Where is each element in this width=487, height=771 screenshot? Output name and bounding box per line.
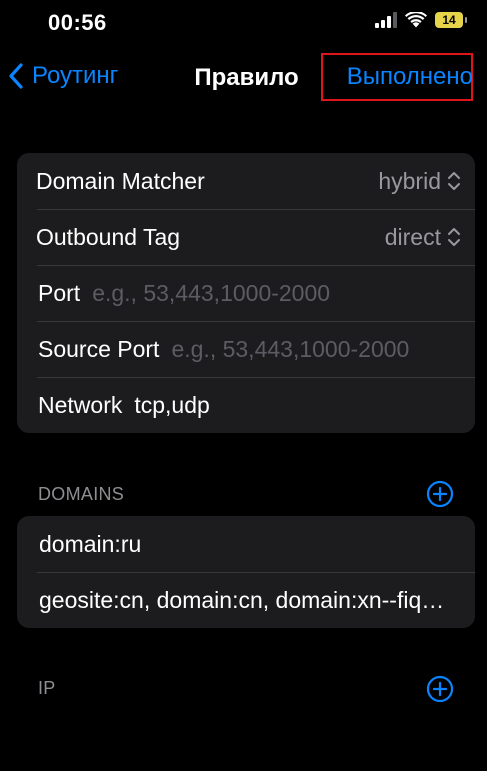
chevron-up-down-icon [448, 228, 460, 246]
battery-level: 14 [442, 13, 456, 27]
outbound-tag-row[interactable]: Outbound Tag direct [17, 209, 475, 265]
source-port-input[interactable]: e.g., 53,443,1000-2000 [171, 336, 455, 363]
port-label: Port [38, 279, 81, 306]
navigation-bar: Роутинг Правило Выполнено [0, 48, 487, 108]
plus-circle-icon [426, 675, 454, 703]
outbound-tag-label: Outbound Tag [36, 223, 181, 250]
cellular-signal-icon [375, 12, 397, 28]
source-port-row[interactable]: Source Port e.g., 53,443,1000-2000 [17, 321, 475, 377]
domain-item-text: geosite:cn, domain:cn, domain:xn--fiqs8s… [39, 586, 449, 613]
domain-matcher-value: hybrid [378, 167, 441, 194]
port-row[interactable]: Port e.g., 53,443,1000-2000 [17, 265, 475, 321]
add-ip-button[interactable] [426, 675, 454, 703]
back-button-label: Роутинг [32, 62, 119, 89]
add-domain-button[interactable] [426, 480, 454, 508]
wifi-icon [405, 12, 427, 28]
domains-list: domain:ru geosite:cn, domain:cn, domain:… [17, 516, 475, 628]
status-time: 00:56 [48, 10, 107, 35]
domains-section-header: DOMAINS [38, 484, 125, 504]
domain-list-item[interactable]: domain:ru [17, 516, 475, 572]
source-port-label: Source Port [38, 335, 160, 362]
port-input[interactable]: e.g., 53,443,1000-2000 [92, 280, 455, 307]
domain-list-item[interactable]: geosite:cn, domain:cn, domain:xn--fiqs8s… [17, 572, 475, 628]
chevron-left-icon [9, 63, 23, 89]
rule-settings-group: Domain Matcher hybrid Outbound Tag direc… [17, 153, 475, 433]
done-button-label: Выполнено [346, 63, 473, 90]
status-icons: 14 [375, 12, 467, 28]
domain-matcher-label: Domain Matcher [36, 167, 205, 194]
outbound-tag-picker[interactable]: direct [385, 224, 461, 251]
network-label: Network [38, 391, 123, 418]
chevron-up-down-icon [448, 172, 460, 190]
domain-matcher-row[interactable]: Domain Matcher hybrid [17, 153, 475, 209]
domain-matcher-picker[interactable]: hybrid [378, 168, 461, 195]
network-value[interactable]: tcp,udp [134, 392, 209, 419]
network-row[interactable]: Network tcp,udp [17, 377, 475, 433]
done-button[interactable]: Выполнено [321, 53, 473, 101]
battery-icon: 14 [435, 12, 467, 28]
back-button[interactable]: Роутинг [8, 62, 118, 90]
ip-section-header: IP [38, 678, 56, 698]
outbound-tag-value: direct [384, 223, 441, 250]
plus-circle-icon [426, 480, 454, 508]
status-bar: 00:56 14 [0, 0, 487, 48]
domain-item-text: domain:ru [39, 530, 142, 557]
